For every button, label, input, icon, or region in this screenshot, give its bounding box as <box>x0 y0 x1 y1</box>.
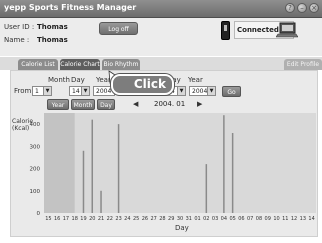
x-tick-label: 18 <box>72 216 78 222</box>
bar <box>91 119 94 213</box>
y-tick-label: 200 <box>30 167 41 173</box>
x-tick-label: 17 <box>63 216 69 222</box>
x-tick-label: 19 <box>80 216 86 222</box>
x-tick-label: 15 <box>45 216 51 222</box>
x-tick-label: 27 <box>150 216 156 222</box>
x-tick-label: 21 <box>98 216 104 222</box>
y-tick-label: 300 <box>30 144 41 150</box>
x-tick-label: 24 <box>124 216 130 222</box>
x-tick-label: 03 <box>212 216 218 222</box>
x-tick-label: 14 <box>308 216 314 222</box>
x-tick-label: 01 <box>194 216 200 222</box>
bar <box>117 124 120 213</box>
x-tick-label: 04 <box>221 216 227 222</box>
x-tick-label: 31 <box>186 216 192 222</box>
highlight-band <box>44 113 75 213</box>
bar <box>100 190 102 213</box>
x-tick-label: 06 <box>238 216 244 222</box>
x-tick-label: 08 <box>256 216 262 222</box>
x-tick-label: 16 <box>54 216 60 222</box>
x-tick-label: 11 <box>282 216 288 222</box>
plot-area <box>44 113 316 213</box>
x-tick-label: 30 <box>177 216 183 222</box>
x-tick-label: 23 <box>115 216 121 222</box>
x-tick-label: 20 <box>89 216 95 222</box>
x-tick-label: 10 <box>273 216 279 222</box>
x-tick-label: 13 <box>300 216 306 222</box>
app-window: yepp Sports Fitness Manager ? – × User I… <box>0 0 322 243</box>
x-tick-label: 07 <box>247 216 253 222</box>
y-tick-label: 100 <box>30 189 41 195</box>
bar <box>223 115 225 213</box>
x-tick-label: 28 <box>159 216 165 222</box>
x-tick-label: 12 <box>291 216 297 222</box>
x-axis-title: Day <box>175 224 189 232</box>
x-tick-label: 29 <box>168 216 174 222</box>
bar <box>231 133 234 213</box>
x-tick-label: 02 <box>203 216 209 222</box>
y-tick-label: 400 <box>30 122 41 128</box>
x-tick-label: 26 <box>142 216 148 222</box>
x-tick-label: 09 <box>265 216 271 222</box>
bar <box>205 164 208 213</box>
bar <box>82 150 85 213</box>
x-tick-label: 25 <box>133 216 139 222</box>
x-tick-label: 05 <box>229 216 235 222</box>
x-tick-label: 22 <box>107 216 113 222</box>
calorie-bar-chart: 010020030040015 16 17 18 19 20 21 22 23 24 25 26 27 2… <box>30 113 316 222</box>
y-tick-label: 0 <box>37 211 41 217</box>
